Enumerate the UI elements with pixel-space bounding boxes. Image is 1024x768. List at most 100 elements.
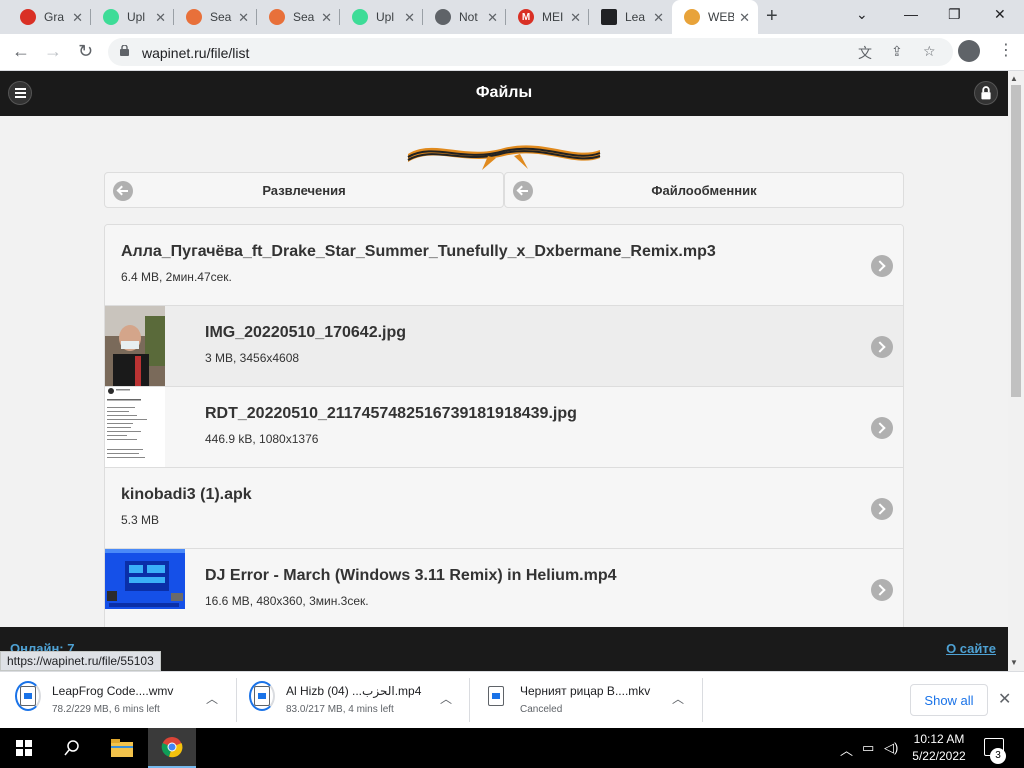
chevron-right-icon	[871, 255, 893, 277]
chevron-up-icon[interactable]: ︿	[206, 690, 218, 707]
tab-title: Sea	[293, 10, 315, 24]
minimize-button[interactable]: —	[904, 6, 918, 22]
file-name: DJ Error - March (Windows 3.11 Remix) in…	[205, 567, 617, 584]
tab-title: MEI	[542, 10, 564, 24]
close-tab-icon[interactable]: ✕	[155, 10, 166, 26]
category-entertainment-button[interactable]: Развлечения	[104, 172, 504, 208]
forward-arrow-icon[interactable]: →	[44, 41, 62, 62]
download-status: 83.0/217 MB, 4 mins left	[286, 704, 394, 715]
browser-menu-icon[interactable]: ⋮	[998, 40, 1014, 60]
scroll-up-icon[interactable]: ▲	[1010, 74, 1018, 83]
system-clock[interactable]: 10:12 AM 5/22/2022	[906, 731, 972, 765]
person-icon	[186, 9, 202, 25]
chevron-up-icon[interactable]: ︿	[440, 690, 452, 707]
file-meta: 3 MB, 3456x4608	[205, 351, 300, 365]
search-icon[interactable]	[48, 728, 96, 768]
profile-avatar-icon[interactable]	[958, 40, 980, 62]
file-name: kinobadi3 (1).apk	[121, 486, 252, 503]
share-icon[interactable]: ⇪	[891, 43, 903, 60]
file-item[interactable]: Алла_Пугачёва_ft_Drake_Star_Summer_Tunef…	[105, 225, 903, 306]
browser-tab[interactable]: Upl ✕	[91, 0, 174, 34]
network-icon[interactable]: ▭	[862, 740, 874, 756]
browser-tab[interactable]: M MEI ✕	[506, 0, 589, 34]
browser-tab[interactable]: Not ✕	[423, 0, 506, 34]
file-meta: 5.3 MB	[121, 513, 160, 527]
tab-title: Upl	[376, 10, 395, 24]
file-thumbnail-video	[105, 549, 185, 609]
category-label: Файлообменник	[651, 182, 757, 198]
volume-icon[interactable]: ◁)	[884, 740, 898, 756]
download-item[interactable]: Черният рицар B....mkv Canceled ︿	[488, 680, 688, 722]
upload-cloud-icon	[103, 9, 119, 25]
site-header: Файлы	[0, 71, 1008, 116]
file-name: Алла_Пугачёва_ft_Drake_Star_Summer_Tunef…	[121, 243, 716, 260]
tab-title: Lea	[625, 10, 646, 24]
close-window-button[interactable]: ✕	[994, 6, 1006, 23]
ribbon-icon	[684, 9, 700, 25]
close-tab-icon[interactable]: ✕	[570, 10, 581, 26]
file-explorer-icon[interactable]	[98, 728, 146, 768]
close-tab-icon[interactable]: ✕	[72, 10, 83, 26]
browser-tab[interactable]: Lea ✕	[589, 0, 672, 34]
person-icon	[269, 9, 285, 25]
file-meta: 446.9 kB, 1080x1376	[205, 432, 319, 446]
file-name: RDT_20220510_2117457482516739181918439.j…	[205, 405, 577, 422]
browser-tab[interactable]: Sea ✕	[257, 0, 340, 34]
url-text: wapinet.ru/file/list	[142, 45, 250, 61]
tab-title: Upl	[127, 10, 146, 24]
file-name: IMG_20220510_170642.jpg	[205, 324, 407, 341]
windows-start-icon[interactable]	[0, 728, 48, 768]
tab-title: WEB	[708, 10, 734, 24]
category-fileshare-button[interactable]: Файлообменник	[504, 172, 904, 208]
close-tab-icon[interactable]: ✕	[653, 10, 664, 26]
st-george-ribbon-logo	[407, 145, 601, 170]
browser-tab[interactable]: Gra ✕	[8, 0, 91, 34]
bookmark-star-icon[interactable]: ☆	[923, 43, 936, 60]
link-status-bubble: https://wapinet.ru/file/55103	[0, 651, 161, 671]
close-tab-icon[interactable]: ✕	[487, 10, 498, 26]
download-item[interactable]: Al Hizb (04) ...الحزب.mp4 83.0/217 MB, 4…	[249, 680, 464, 722]
lock-icon[interactable]	[120, 45, 129, 56]
windows-taskbar: ︿ ▭ ◁) 10:12 AM 5/22/2022 3	[0, 728, 1024, 768]
address-bar[interactable]: wapinet.ru/file/list 文 ⇪ ☆	[108, 38, 953, 66]
chevron-right-icon	[871, 579, 893, 601]
back-arrow-icon	[513, 181, 533, 201]
file-list: Алла_Пугачёва_ft_Drake_Star_Summer_Tunef…	[104, 224, 904, 631]
file-item[interactable]: IMG_20220510_170642.jpg 3 MB, 3456x4608	[105, 306, 903, 387]
close-tab-icon[interactable]: ✕	[739, 10, 750, 26]
file-icon	[488, 686, 504, 706]
browser-tab[interactable]: Upl ✕	[340, 0, 423, 34]
file-item[interactable]: DJ Error - March (Windows 3.11 Remix) in…	[105, 549, 903, 630]
browser-tab-active[interactable]: WEB ✕	[672, 0, 758, 34]
page-title: Файлы	[475, 84, 533, 101]
chevron-up-icon[interactable]: ︿	[672, 690, 684, 707]
chrome-icon[interactable]	[148, 728, 196, 768]
browser-tab[interactable]: Sea ✕	[174, 0, 257, 34]
restore-button[interactable]: ❐	[948, 6, 961, 23]
back-arrow-icon[interactable]: ←	[12, 41, 30, 62]
reload-icon[interactable]: ↻	[78, 41, 93, 62]
globe-icon	[435, 9, 451, 25]
download-name: Черният рицар B....mkv	[520, 684, 651, 698]
browser-toolbar: ← → ↻ wapinet.ru/file/list 文 ⇪ ☆	[0, 34, 1024, 71]
chevron-right-icon	[871, 417, 893, 439]
chevron-right-icon	[871, 336, 893, 358]
close-shelf-icon[interactable]: ✕	[998, 689, 1011, 709]
tray-expand-icon[interactable]: ︿	[840, 740, 853, 759]
close-tab-icon[interactable]: ✕	[321, 10, 332, 26]
translate-icon[interactable]: 文	[858, 43, 872, 63]
scrollbar-thumb[interactable]	[1011, 85, 1021, 397]
close-tab-icon[interactable]: ✕	[238, 10, 249, 26]
show-all-downloads-button[interactable]: Show all	[910, 684, 988, 716]
close-tab-icon[interactable]: ✕	[404, 10, 415, 26]
scroll-down-icon[interactable]: ▼	[1010, 658, 1018, 667]
back-arrow-icon	[113, 181, 133, 201]
file-item[interactable]: kinobadi3 (1).apk 5.3 MB	[105, 468, 903, 549]
download-item[interactable]: LeapFrog Code....wmv 78.2/229 MB, 6 mins…	[15, 680, 232, 722]
file-item[interactable]: RDT_20220510_2117457482516739181918439.j…	[105, 387, 903, 468]
tab-search-icon[interactable]: ⌄	[856, 6, 868, 23]
new-tab-button[interactable]: +	[766, 5, 778, 28]
login-lock-icon[interactable]	[974, 81, 998, 105]
about-site-link[interactable]: О сайте	[946, 641, 996, 656]
download-status: Canceled	[520, 704, 563, 715]
